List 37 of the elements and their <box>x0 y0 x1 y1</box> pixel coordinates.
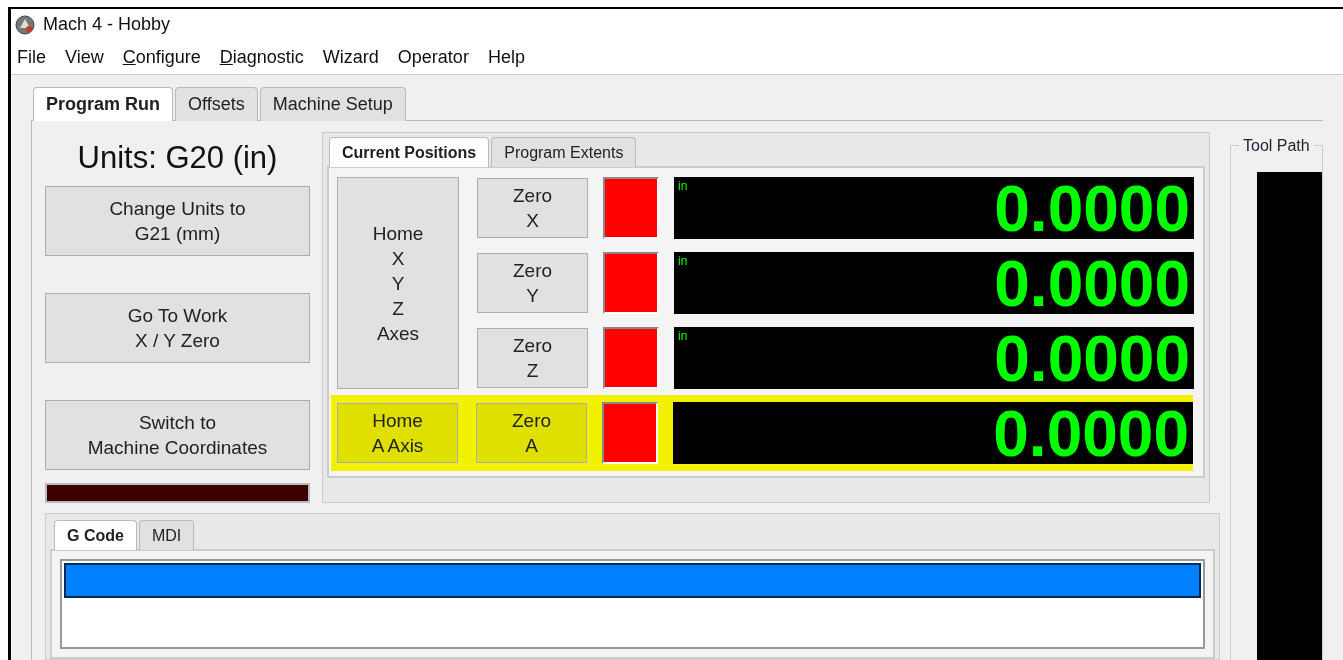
unit-label: in <box>678 253 688 270</box>
status-indicator <box>603 252 659 314</box>
status-indicator <box>602 402 658 464</box>
zero-button[interactable]: Zero Z <box>477 328 588 388</box>
menu-item[interactable]: File <box>17 43 46 71</box>
menu-item[interactable]: Diagnostic <box>219 43 304 71</box>
position-value: 0.0000 <box>994 254 1190 314</box>
action-button[interactable]: Switch to Machine Coordinates <box>45 400 310 470</box>
zero-button[interactable]: Zero Y <box>477 253 588 313</box>
zero-button[interactable]: Zero X <box>477 178 588 238</box>
unit-label: in <box>678 178 688 195</box>
window-title: Mach 4 - Hobby <box>43 13 171 36</box>
tab[interactable]: Program Extents <box>491 137 637 167</box>
position-value: 0.0000 <box>993 404 1189 464</box>
home-axes-button[interactable]: Home X Y Z Axes <box>337 177 459 389</box>
tab[interactable]: Offsets <box>175 87 258 121</box>
tab[interactable]: G Code <box>54 520 137 550</box>
tab[interactable]: Program Run <box>33 87 173 121</box>
status-indicator <box>603 177 659 239</box>
home-axis-button[interactable]: Home A Axis <box>337 403 458 463</box>
menu-item[interactable]: Help <box>487 43 525 71</box>
app-logo-icon <box>15 14 35 35</box>
status-indicator <box>603 327 659 389</box>
menu-item[interactable]: Operator <box>397 43 469 71</box>
action-button[interactable]: Change Units to G21 (mm) <box>45 186 310 256</box>
position-value: 0.0000 <box>994 179 1190 239</box>
unit-label: in <box>678 328 688 345</box>
menu-item[interactable]: Wizard <box>322 43 379 71</box>
menu-item[interactable]: View <box>65 43 104 71</box>
tab[interactable]: Current Positions <box>329 137 490 167</box>
tab[interactable]: Machine Setup <box>259 87 406 121</box>
menu-item[interactable]: Configure <box>122 43 201 71</box>
action-button[interactable]: Go To Work X / Y Zero <box>45 293 310 363</box>
position-value: 0.0000 <box>994 329 1190 389</box>
tab[interactable]: MDI <box>138 520 195 550</box>
zero-button[interactable]: Zero A <box>476 403 587 463</box>
units-label: Units: G20 (in) <box>76 139 279 177</box>
